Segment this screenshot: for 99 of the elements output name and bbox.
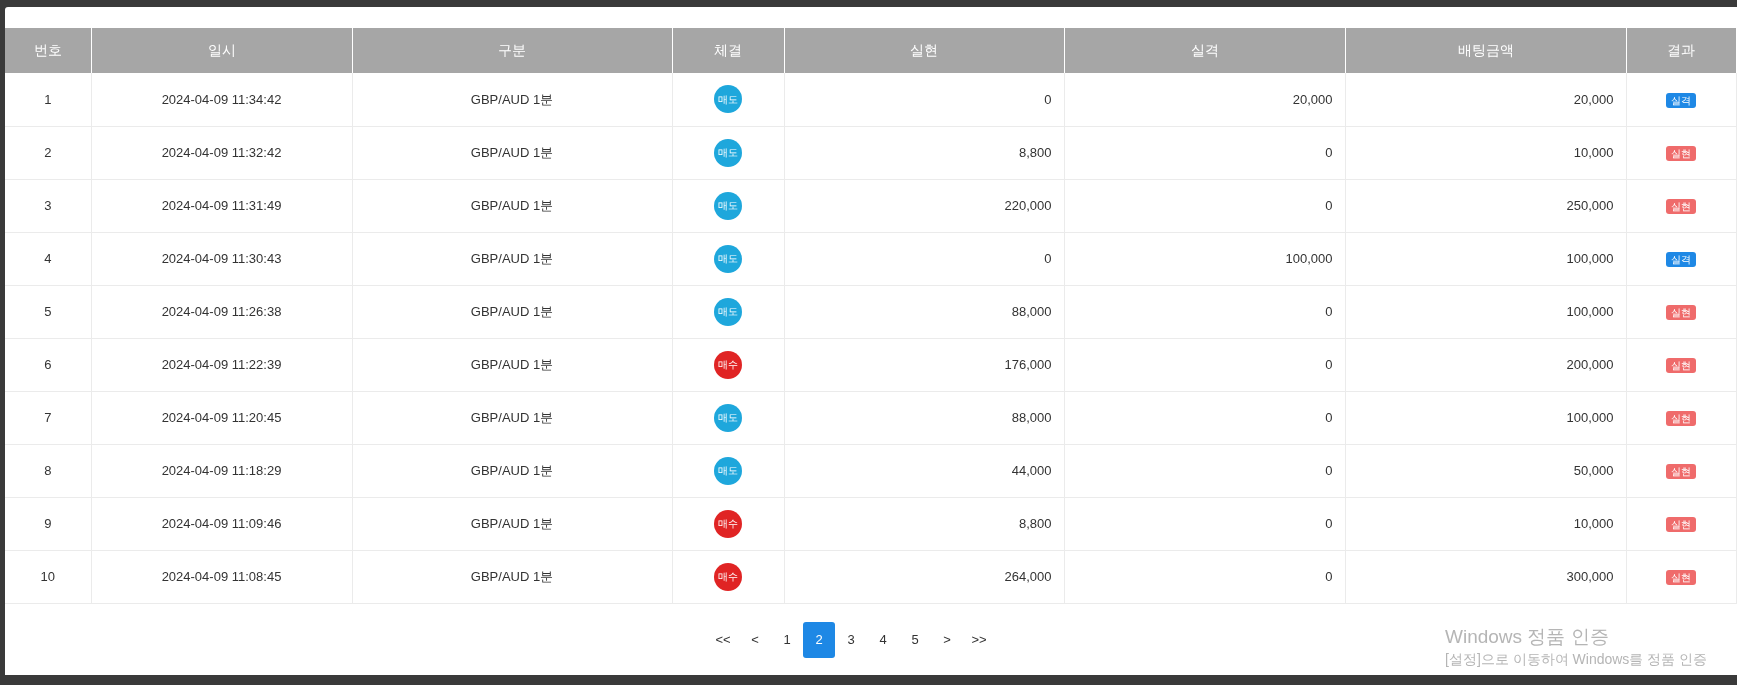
table-cell: 264,000 <box>784 550 1064 603</box>
table-cell: 0 <box>1064 444 1345 497</box>
activation-title: Windows 정품 인증 <box>1445 625 1610 649</box>
table-cell: GBP/AUD 1분 <box>352 126 672 179</box>
result-badge: 실현 <box>1666 357 1696 373</box>
table-cell: 8,800 <box>784 126 1064 179</box>
table-cell: 88,000 <box>784 285 1064 338</box>
table-cell: 5 <box>5 285 91 338</box>
table-cell: 176,000 <box>784 338 1064 391</box>
table-cell: 10,000 <box>1345 126 1626 179</box>
result-badge: 실격 <box>1666 92 1696 108</box>
activation-message: [설정]으로 이동하여 Windows를 정품 인증 <box>1445 650 1708 669</box>
result-badge: 실현 <box>1666 569 1696 585</box>
trade-side-badge: 매수 <box>714 562 742 591</box>
table-cell: 2024-04-09 11:26:38 <box>91 285 352 338</box>
result-badge: 실현 <box>1666 516 1696 532</box>
table-cell: 7 <box>5 391 91 444</box>
trade-side-badge: 매도 <box>714 297 742 326</box>
table-cell: GBP/AUD 1분 <box>352 73 672 126</box>
column-header: 일시 <box>91 28 352 73</box>
table-cell: 100,000 <box>1345 391 1626 444</box>
page-link[interactable]: >> <box>963 621 995 658</box>
trade-side-badge: 매도 <box>714 191 742 220</box>
table-cell: 300,000 <box>1345 550 1626 603</box>
table-cell: 2024-04-09 11:09:46 <box>91 497 352 550</box>
table-cell: 88,000 <box>784 391 1064 444</box>
column-header: 번호 <box>5 28 91 73</box>
table-cell: 20,000 <box>1064 73 1345 126</box>
page-link[interactable]: 4 <box>867 621 899 658</box>
table-cell: 2024-04-09 11:30:43 <box>91 232 352 285</box>
table-cell: 2024-04-09 11:20:45 <box>91 391 352 444</box>
result-badge: 실현 <box>1666 198 1696 214</box>
trade-side-badge: 매수 <box>714 350 742 379</box>
table-cell: 0 <box>784 73 1064 126</box>
table-cell: GBP/AUD 1분 <box>352 550 672 603</box>
table-cell: 0 <box>1064 126 1345 179</box>
table-cell: 2024-04-09 11:08:45 <box>91 550 352 603</box>
column-header: 배팅금액 <box>1345 28 1626 73</box>
table-cell: 9 <box>5 497 91 550</box>
table-cell: 8,800 <box>784 497 1064 550</box>
table-cell: GBP/AUD 1분 <box>352 285 672 338</box>
table-cell: 0 <box>1064 497 1345 550</box>
table-cell: 0 <box>1064 550 1345 603</box>
trade-side-badge: 매수 <box>714 509 742 538</box>
column-header: 구분 <box>352 28 672 73</box>
result-badge: 실현 <box>1666 410 1696 426</box>
table-cell: GBP/AUD 1분 <box>352 338 672 391</box>
table-cell: 3 <box>5 179 91 232</box>
table-cell: GBP/AUD 1분 <box>352 444 672 497</box>
table-cell: 0 <box>1064 285 1345 338</box>
table-cell: GBP/AUD 1분 <box>352 232 672 285</box>
page-link[interactable]: > <box>931 621 963 658</box>
trade-side-badge: 매도 <box>714 244 742 273</box>
table-cell: 10,000 <box>1345 497 1626 550</box>
result-badge: 실현 <box>1666 463 1696 479</box>
column-header: 실현 <box>784 28 1064 73</box>
table-cell: 220,000 <box>784 179 1064 232</box>
table-cell: 10 <box>5 550 91 603</box>
column-header: 체결 <box>672 28 784 73</box>
table-cell: 4 <box>5 232 91 285</box>
table-cell: 2024-04-09 11:18:29 <box>91 444 352 497</box>
table-cell: 0 <box>1064 179 1345 232</box>
table-cell: 100,000 <box>1345 232 1626 285</box>
table-cell: 2024-04-09 11:34:42 <box>91 73 352 126</box>
page-link[interactable]: 1 <box>771 621 803 658</box>
table-cell: GBP/AUD 1분 <box>352 391 672 444</box>
table-cell: 0 <box>784 232 1064 285</box>
table-cell: 20,000 <box>1345 73 1626 126</box>
page-link[interactable]: 3 <box>835 621 867 658</box>
result-badge: 실현 <box>1666 145 1696 161</box>
table-cell: GBP/AUD 1분 <box>352 497 672 550</box>
table-cell: 100,000 <box>1064 232 1345 285</box>
trade-side-badge: 매도 <box>714 85 742 114</box>
table-cell: 250,000 <box>1345 179 1626 232</box>
table-cell: 1 <box>5 73 91 126</box>
table-cell: 200,000 <box>1345 338 1626 391</box>
table-cell: 44,000 <box>784 444 1064 497</box>
trade-side-badge: 매도 <box>714 456 742 485</box>
trade-side-badge: 매도 <box>714 403 742 432</box>
table-cell: 100,000 <box>1345 285 1626 338</box>
table-cell: 0 <box>1064 391 1345 444</box>
table-cell: GBP/AUD 1분 <box>352 179 672 232</box>
page-link[interactable]: < <box>739 621 771 658</box>
page-link[interactable]: << <box>707 621 739 658</box>
table-cell: 2024-04-09 11:32:42 <box>91 126 352 179</box>
table-cell: 6 <box>5 338 91 391</box>
trade-side-badge: 매도 <box>714 138 742 167</box>
column-header: 결과 <box>1626 28 1736 73</box>
page-link[interactable]: 5 <box>899 621 931 658</box>
result-badge: 실현 <box>1666 304 1696 320</box>
table-cell: 2024-04-09 11:22:39 <box>91 338 352 391</box>
page-link[interactable]: 2 <box>803 621 835 658</box>
result-badge: 실격 <box>1666 251 1696 267</box>
table-cell: 2024-04-09 11:31:49 <box>91 179 352 232</box>
table-cell: 0 <box>1064 338 1345 391</box>
table-cell: 8 <box>5 444 91 497</box>
table-cell: 2 <box>5 126 91 179</box>
column-header: 실격 <box>1064 28 1345 73</box>
table-cell: 50,000 <box>1345 444 1626 497</box>
